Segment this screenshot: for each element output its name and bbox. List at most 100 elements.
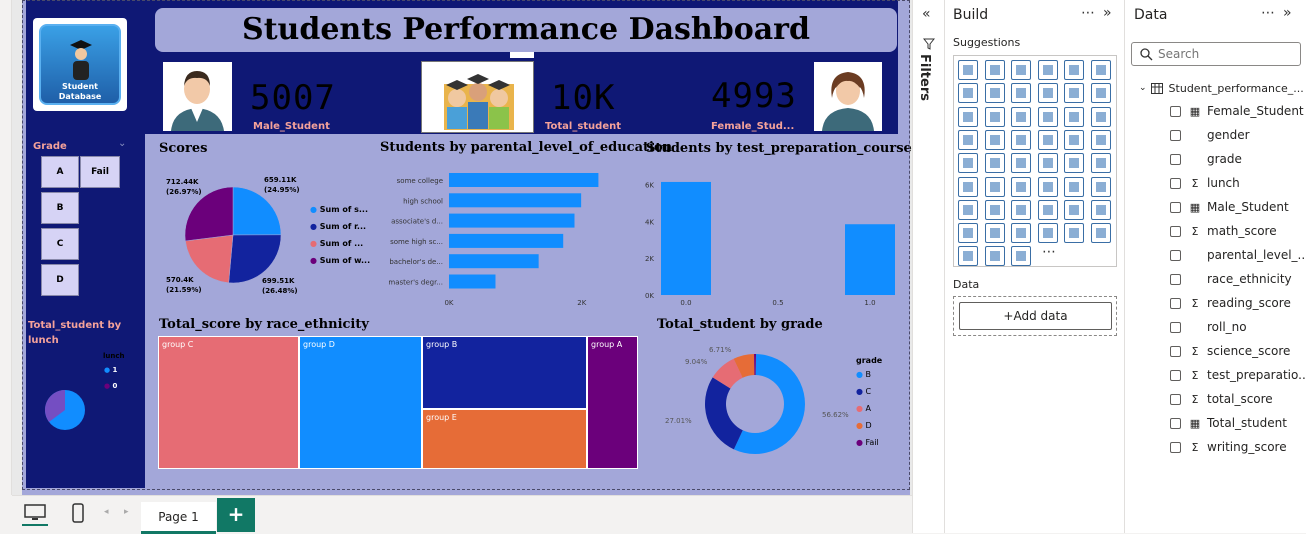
visual-type-icon[interactable] <box>958 246 978 267</box>
visual-type-icon[interactable] <box>1037 83 1058 104</box>
field-item[interactable]: ▦ Total_student <box>1170 414 1287 432</box>
visual-type-icon[interactable] <box>984 60 1005 80</box>
visual-type-icon[interactable] <box>958 153 978 174</box>
scores-slice-1[interactable] <box>228 234 282 284</box>
field-checkbox[interactable] <box>1170 417 1181 429</box>
expand-filters-icon[interactable]: « <box>922 6 931 22</box>
slicer-item-a[interactable]: A <box>41 156 79 188</box>
mobile-view-icon[interactable] <box>72 503 84 523</box>
visual-type-icon[interactable] <box>984 246 1005 267</box>
parental-bar-1[interactable] <box>449 193 582 208</box>
build-more-icon[interactable]: ⋯ <box>1081 5 1095 21</box>
page-tab-1[interactable]: Page 1 <box>141 502 216 534</box>
visual-type-icon[interactable] <box>958 199 978 220</box>
test-prep-column-chart[interactable]: 0K 2K 4K 6K 0.0 0.5 1.0 <box>640 165 900 310</box>
visual-type-icon[interactable] <box>1090 106 1111 127</box>
visual-type-icon[interactable] <box>958 106 978 127</box>
slicer-item-fail[interactable]: Fail <box>80 156 120 188</box>
treemap-group-e[interactable]: group E <box>422 409 587 469</box>
visual-type-icon[interactable] <box>1090 176 1111 197</box>
field-checkbox[interactable] <box>1170 105 1181 117</box>
field-checkbox[interactable] <box>1170 153 1181 165</box>
grade-legend-item-2[interactable]: ● A <box>856 404 871 413</box>
visual-type-icon[interactable] <box>1064 153 1084 174</box>
visual-type-icon[interactable] <box>1011 60 1031 80</box>
visual-type-icon[interactable] <box>1037 176 1058 197</box>
parental-bar-5[interactable] <box>449 274 496 289</box>
grade-slice-1[interactable] <box>705 377 743 450</box>
field-checkbox[interactable] <box>1170 129 1181 141</box>
collapse-data-icon[interactable]: » <box>1283 5 1292 21</box>
visual-type-icon[interactable] <box>958 60 978 80</box>
grade-legend-item-3[interactable]: ● D <box>856 421 872 430</box>
visual-type-icon[interactable] <box>984 199 1005 220</box>
desktop-view-icon[interactable] <box>24 504 46 522</box>
next-page-icon[interactable]: ▸ <box>124 507 129 517</box>
field-item[interactable]: gender <box>1170 126 1250 144</box>
treemap-group-a[interactable]: group A <box>587 336 638 469</box>
visual-type-icon[interactable] <box>1064 106 1084 127</box>
field-checkbox[interactable] <box>1170 249 1181 261</box>
prep-bar-0[interactable] <box>661 181 711 295</box>
field-item[interactable]: Σreading_score <box>1170 294 1291 312</box>
search-input[interactable] <box>1158 45 1296 63</box>
visual-type-icon[interactable] <box>1011 176 1031 197</box>
prev-page-icon[interactable]: ◂ <box>104 507 109 517</box>
field-checkbox[interactable] <box>1170 177 1181 189</box>
visual-type-icon[interactable] <box>1011 246 1031 267</box>
filters-label[interactable]: Filters <box>917 54 932 101</box>
visual-type-icon[interactable] <box>984 223 1005 244</box>
visual-type-icon[interactable] <box>958 129 978 150</box>
visual-type-icon[interactable] <box>1090 129 1111 150</box>
field-item[interactable]: ▦ Male_Student <box>1170 198 1289 216</box>
visual-type-icon[interactable] <box>984 129 1005 150</box>
field-item[interactable]: ▦ Female_Student <box>1170 102 1304 120</box>
visual-type-icon[interactable] <box>1037 106 1058 127</box>
field-checkbox[interactable] <box>1170 297 1181 309</box>
visual-type-icon[interactable] <box>1090 223 1111 244</box>
visual-type-icon[interactable] <box>1037 223 1058 244</box>
field-item[interactable]: Σtest_preparatio... <box>1170 366 1306 384</box>
visual-type-icon[interactable] <box>1064 223 1084 244</box>
field-item[interactable]: grade <box>1170 150 1242 168</box>
prep-bar-1[interactable] <box>845 224 895 295</box>
visual-type-icon[interactable] <box>984 153 1005 174</box>
field-checkbox[interactable] <box>1170 345 1181 357</box>
scores-legend-item-3[interactable]: ● Sum of w... <box>310 256 370 265</box>
field-item[interactable]: Σwriting_score <box>1170 438 1287 456</box>
visual-type-icon[interactable] <box>1011 223 1031 244</box>
field-item[interactable]: Σscience_score <box>1170 342 1290 360</box>
visual-type-icon[interactable] <box>958 83 978 104</box>
scores-pie-chart[interactable] <box>184 186 282 284</box>
treemap-group-c[interactable]: group C <box>158 336 299 469</box>
visual-type-icon[interactable] <box>1090 153 1111 174</box>
visual-type-icon[interactable] <box>1037 199 1058 220</box>
field-item[interactable]: roll_no <box>1170 318 1247 336</box>
visual-type-icon[interactable] <box>1064 83 1084 104</box>
visual-type-icon[interactable] <box>1011 153 1031 174</box>
grade-legend-item-1[interactable]: ● C <box>856 387 871 396</box>
slicer-item-d[interactable]: D <box>41 264 79 296</box>
lunch-pie[interactable] <box>44 389 86 431</box>
visual-type-icon[interactable] <box>1090 60 1111 80</box>
visual-type-icon[interactable] <box>984 176 1005 197</box>
slicer-item-c[interactable]: C <box>41 228 79 260</box>
search-box[interactable] <box>1131 42 1301 66</box>
field-checkbox[interactable] <box>1170 321 1181 333</box>
table-row[interactable]: ⌄ Student_performance_... <box>1139 79 1304 97</box>
field-item[interactable]: Σlunch <box>1170 174 1240 192</box>
scores-legend-item-2[interactable]: ● Sum of ... <box>310 239 363 248</box>
visual-type-icon[interactable] <box>1064 60 1084 80</box>
data-more-icon[interactable]: ⋯ <box>1261 5 1275 21</box>
grade-donut-chart[interactable] <box>703 352 807 456</box>
field-item[interactable]: parental_level_... <box>1170 246 1306 264</box>
visual-type-icon[interactable] <box>1090 83 1111 104</box>
add-page-button[interactable]: + <box>217 498 255 532</box>
field-item[interactable]: race_ethnicity <box>1170 270 1292 288</box>
visual-type-icon[interactable] <box>1064 176 1084 197</box>
field-checkbox[interactable] <box>1170 369 1181 381</box>
field-checkbox[interactable] <box>1170 273 1181 285</box>
more-visuals-icon[interactable]: ⋯ <box>1042 244 1056 260</box>
visual-type-icon[interactable] <box>1090 199 1111 220</box>
add-data-button[interactable]: +Add data <box>959 302 1112 330</box>
